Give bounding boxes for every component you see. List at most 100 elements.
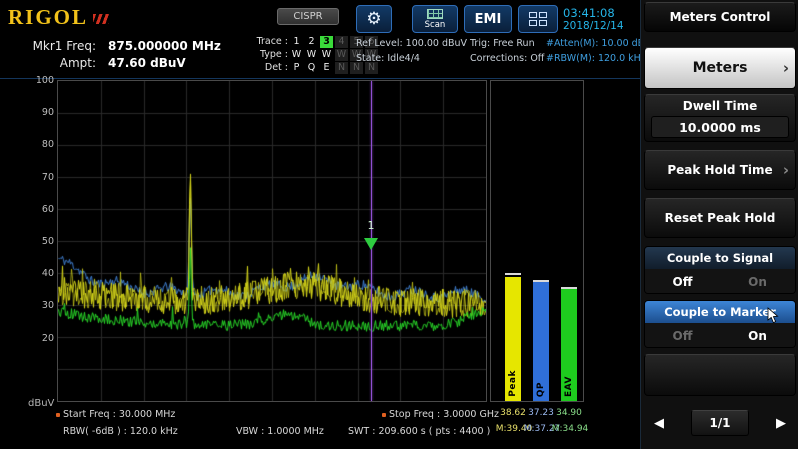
softkey-sidebar: Meters Control Meters › Dwell Time 10.00… (640, 0, 798, 449)
y-label: 90 (42, 107, 54, 118)
meters-control-title: Meters Control (644, 2, 796, 32)
meter-bar-fill: Peak (505, 277, 521, 401)
state-readout: State: Idle4/4 (356, 53, 420, 64)
vbw-readout: VBW : 1.0000 MHz (236, 426, 324, 437)
y-axis: 100 90 80 70 60 50 40 30 20 (18, 0, 54, 405)
start-freq-readout: Start Freq : 30.000 MHz (63, 409, 175, 420)
meters-button[interactable]: Meters › (644, 47, 796, 89)
peak-hold-time-button[interactable]: Peak Hold Time › (644, 150, 796, 190)
couple-to-marker-toggle[interactable]: Couple to Marker Off On (644, 300, 796, 348)
clock-time: 03:41:08 (563, 6, 624, 20)
couple-to-marker-header: Couple to Marker (645, 301, 795, 323)
cispr-button[interactable]: CISPR (277, 8, 339, 25)
stop-freq-marker-dot (382, 413, 386, 417)
analyzer-screen: RIGOL Mkr1 Freq: 875.000000 MHz Ampt: 47… (0, 0, 798, 449)
trace-2: 2 (305, 36, 318, 48)
det-row-label: Det : (244, 62, 288, 73)
scan-grid-icon (427, 9, 443, 19)
marker-id-label: 1 (364, 219, 378, 232)
couple-marker-off-option[interactable]: Off (645, 329, 720, 343)
y-label: 50 (42, 236, 54, 247)
peak-hold-time-label: Peak Hold Time (667, 163, 772, 177)
rbw-readout: RBW( -6dB ) : 120.0 kHz (63, 426, 178, 437)
rbw-m-readout: #RBW(M): 120.0 kHz (546, 53, 646, 64)
meter-value-peak: 38.62 (500, 408, 526, 418)
y-label: 40 (42, 268, 54, 279)
meters-button-label: Meters (693, 60, 748, 76)
scan-button[interactable]: Scan (412, 5, 458, 33)
meter-bar-label: QP (536, 382, 546, 397)
swt-readout: SWT : 209.600 s ( pts : 4400 ) (348, 426, 490, 437)
atten-readout: #Atten(M): 10.00 dB (546, 38, 644, 49)
corrections-readout: Corrections: Off (470, 53, 544, 64)
reset-peak-hold-label: Reset Peak Hold (665, 211, 776, 225)
y-label: 30 (42, 300, 54, 311)
dwell-time-button[interactable]: Dwell Time 10.0000 ms (644, 94, 796, 142)
dwell-time-value: 10.0000 ms (651, 116, 789, 138)
det-1: P (290, 62, 303, 74)
settings-button[interactable]: ⚙ (356, 5, 392, 33)
meter-bar-qp: QP (533, 81, 549, 401)
couple-to-signal-header: Couple to Signal (645, 247, 795, 269)
meter-value-eav: 34.90 (556, 408, 582, 418)
couple-signal-on-option[interactable]: On (720, 275, 795, 289)
couple-to-marker-label: Couple to Marker (664, 305, 776, 319)
mouse-cursor-icon (767, 307, 779, 324)
meter-bar-label: EAV (564, 376, 574, 397)
trig-readout: Trig: Free Run (470, 38, 535, 49)
trace-3-active: 3 (320, 36, 333, 48)
y-label: 100 (36, 75, 54, 86)
marker-ampt-value: 47.60 dBuV (108, 56, 186, 70)
spectrum-plot: 1 (57, 80, 487, 402)
couple-signal-off-option[interactable]: Off (645, 275, 720, 289)
logo-accent-icon (93, 14, 109, 24)
det-2: Q (305, 62, 318, 74)
emi-button[interactable]: EMI (464, 5, 512, 33)
window-layout-button[interactable] (518, 5, 558, 33)
y-label: 60 (42, 204, 54, 215)
type-4: W (335, 49, 348, 61)
marker-freq-value: 875.000000 MHz (108, 39, 221, 53)
y-axis-unit: dBuV (28, 398, 54, 409)
gear-icon: ⚙ (366, 11, 381, 28)
clock-date: 2018/12/14 (563, 20, 624, 32)
couple-to-signal-toggle[interactable]: Couple to Signal Off On (644, 246, 796, 294)
meter-max-eav: M:34.94 (552, 424, 589, 434)
trace-row-label: Trace : (244, 36, 288, 47)
type-3: W (320, 49, 333, 61)
ref-level-readout: Ref Level: 100.00 dBuV (356, 38, 467, 49)
chevron-right-icon: › (783, 161, 789, 179)
meter-max-marker (505, 273, 521, 275)
y-label: 80 (42, 139, 54, 150)
couple-marker-on-option[interactable]: On (720, 329, 795, 343)
meter-bar-peak: Peak (505, 81, 521, 401)
type-1: W (290, 49, 303, 61)
start-freq-marker-dot (56, 413, 60, 417)
det-4: N (335, 62, 348, 74)
page-navigation: ◀ 1/1 ▶ (644, 404, 796, 442)
trace-1: 1 (290, 36, 303, 48)
window-layout-icon (529, 12, 547, 26)
type-row-label: Type : (244, 49, 288, 60)
blank-softkey (644, 354, 796, 396)
marker-triangle[interactable] (364, 238, 378, 250)
couple-to-signal-label: Couple to Signal (667, 251, 773, 265)
det-3: E (320, 62, 333, 74)
meter-bar-fill: EAV (561, 289, 577, 401)
emi-button-label: EMI (475, 12, 502, 27)
spectrum-canvas (58, 81, 486, 401)
type-2: W (305, 49, 318, 61)
page-next-button[interactable]: ▶ (776, 416, 786, 431)
dwell-time-label: Dwell Time (683, 99, 758, 113)
meter-value-qp: 37.23 (528, 408, 554, 418)
clock: 03:41:08 2018/12/14 (563, 6, 624, 32)
trace-4: 4 (335, 36, 348, 48)
y-label: 70 (42, 172, 54, 183)
meter-bar-label: Peak (508, 370, 518, 397)
y-label: 20 (42, 333, 54, 344)
meters-panel: Peak QP EAV (490, 80, 584, 402)
page-prev-button[interactable]: ◀ (654, 416, 664, 431)
reset-peak-hold-button[interactable]: Reset Peak Hold (644, 198, 796, 238)
page-indicator[interactable]: 1/1 (691, 410, 749, 436)
header-bar: RIGOL Mkr1 Freq: 875.000000 MHz Ampt: 47… (0, 0, 640, 79)
